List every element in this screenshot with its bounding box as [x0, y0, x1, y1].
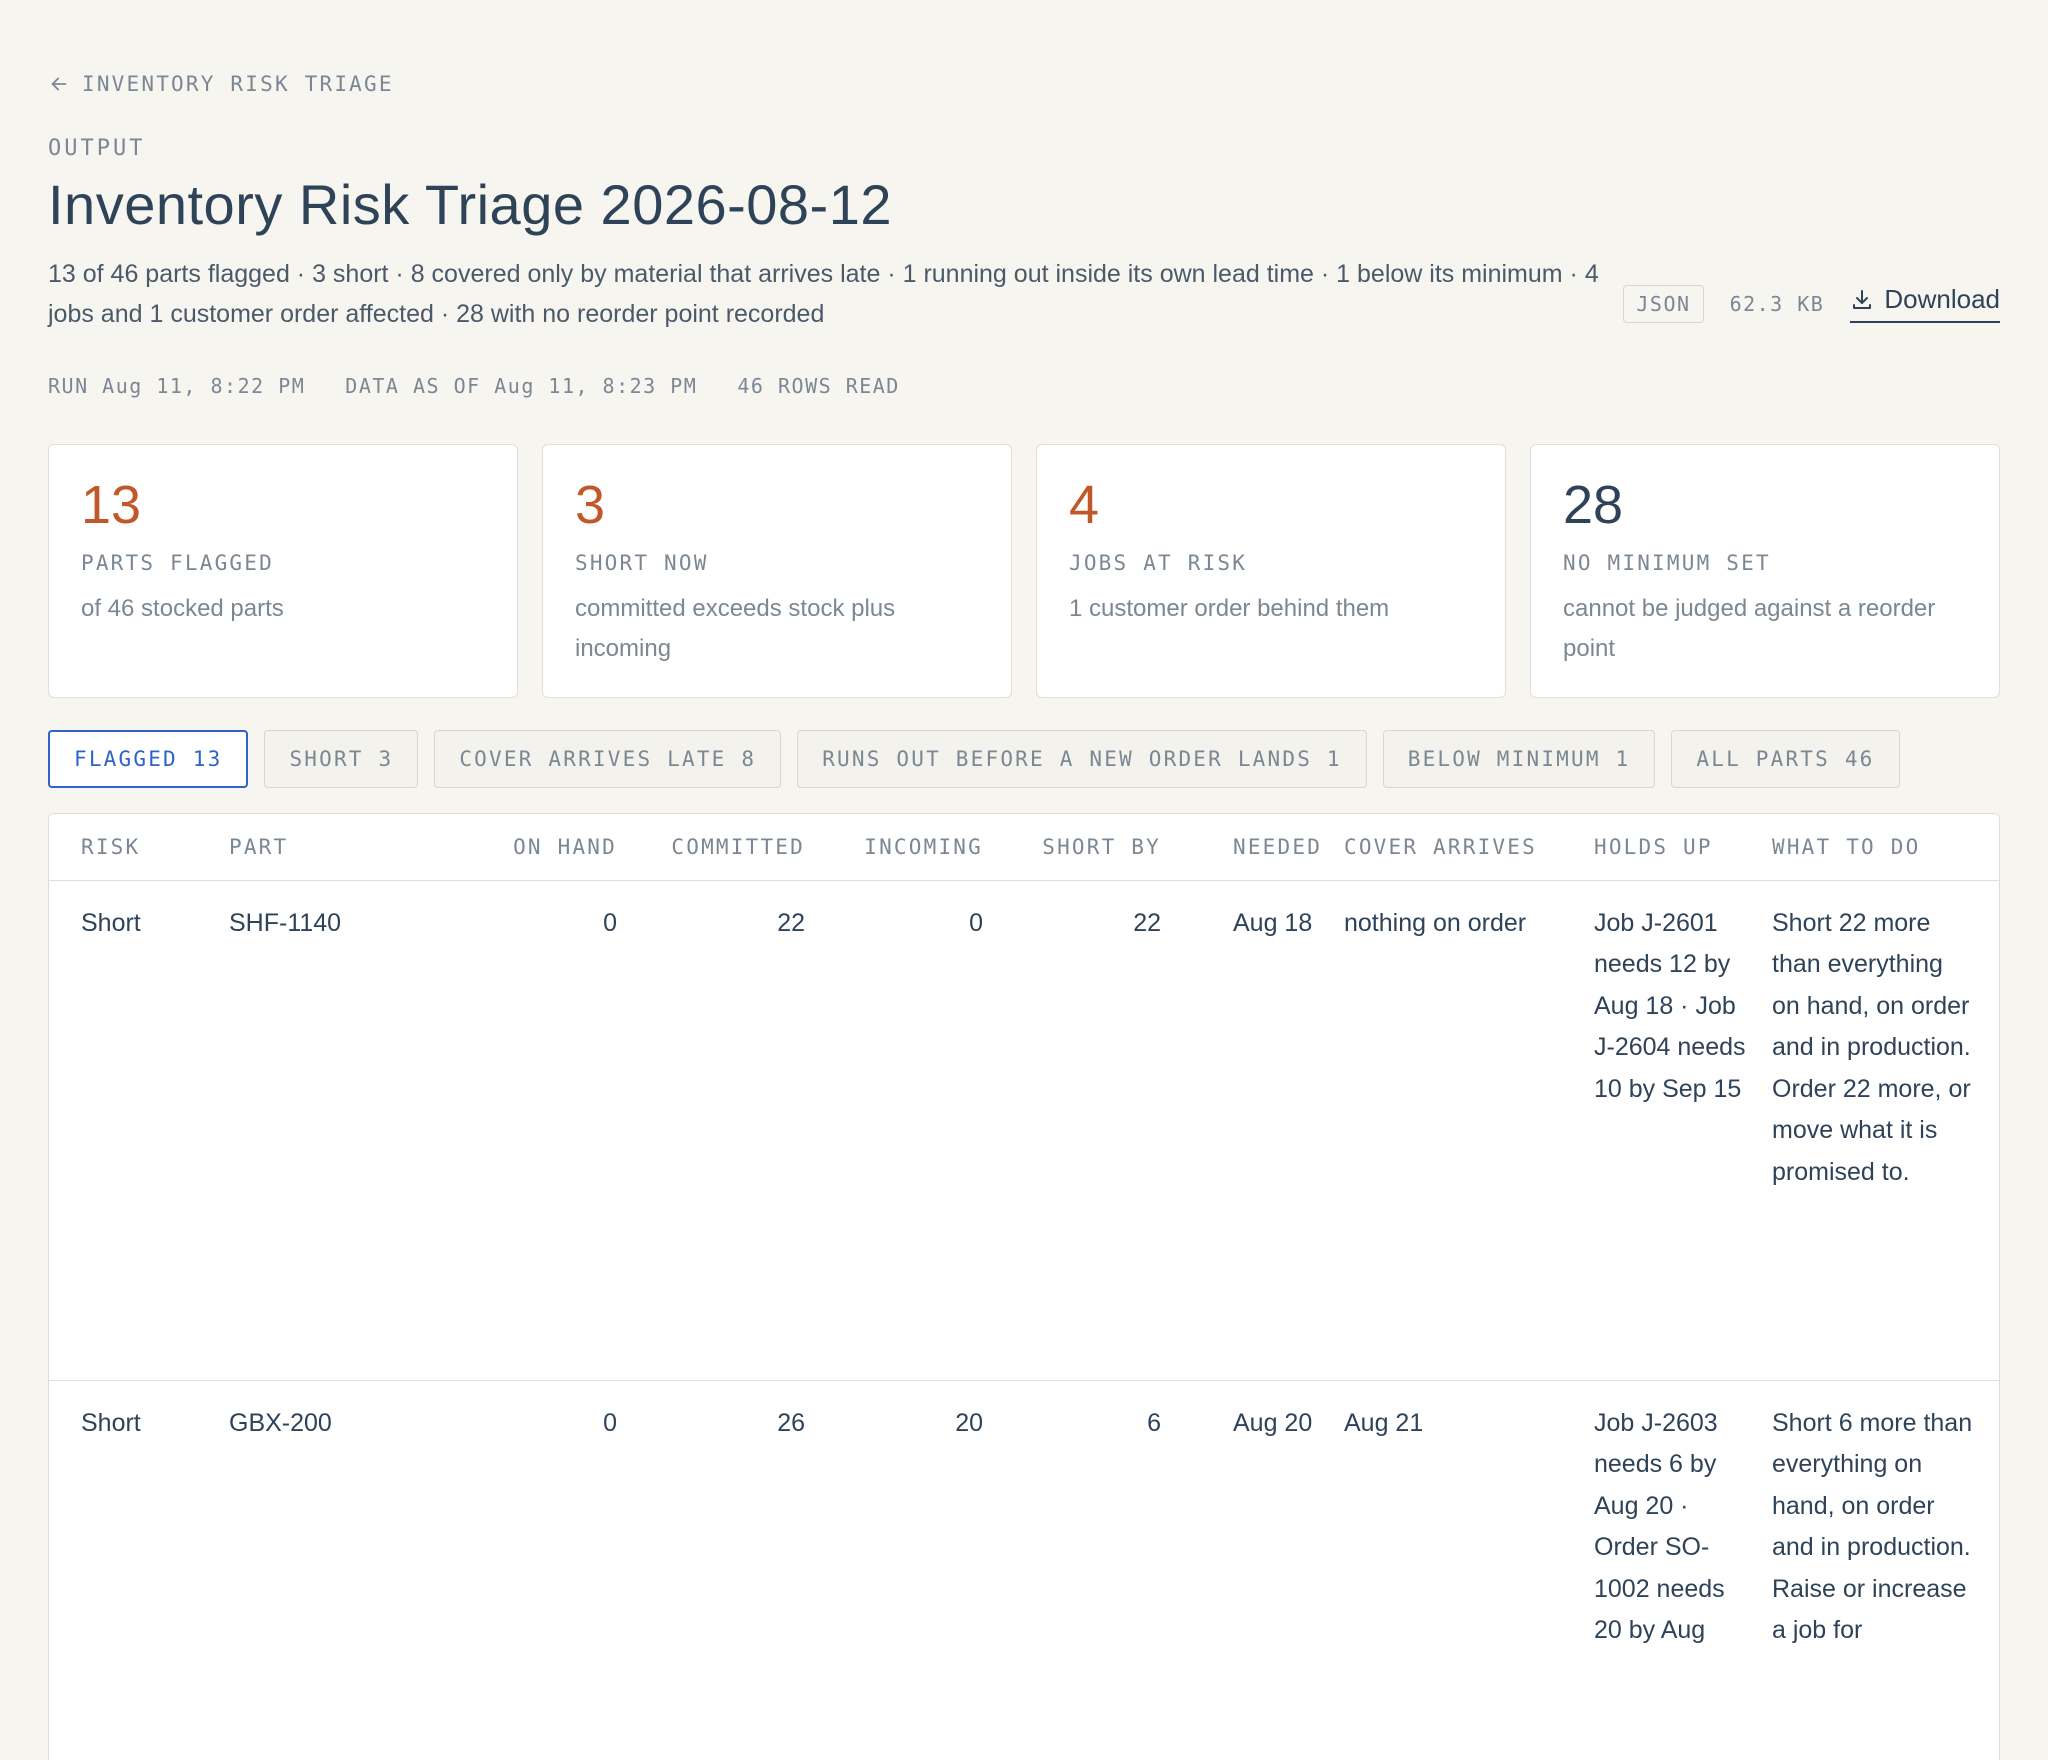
download-icon — [1853, 289, 1872, 309]
column-header-incoming[interactable]: INCOMING — [813, 814, 991, 881]
cell-what-to-do: Short 22 more than everything on hand, o… — [1772, 908, 1971, 1186]
filter-below-minimum[interactable]: BELOW MINIMUM 1 — [1382, 730, 1656, 788]
card-jobs-at-risk: 4 JOBS AT RISK 1 customer order behind t… — [1036, 444, 1506, 698]
page-title: Inventory Risk Triage 2026-08-12 — [48, 173, 892, 236]
run-time: RUN Aug 11, 8:22 PM — [48, 374, 306, 398]
cell-on-hand: 0 — [441, 1379, 625, 1676]
card-no-minimum-set: 28 NO MINIMUM SET cannot be judged again… — [1530, 444, 2000, 698]
back-link[interactable]: INVENTORY RISK TRIAGE — [48, 72, 394, 96]
cell-part: SHF-1140 — [229, 908, 342, 937]
section-eyebrow: OUTPUT — [48, 136, 146, 161]
filter-flagged[interactable]: FLAGGED 13 — [48, 730, 249, 788]
file-size: 62.3 KB — [1729, 291, 1825, 316]
card-label: NO MINIMUM SET — [1563, 551, 1771, 575]
card-short-now: 3 SHORT NOW committed exceeds stock plus… — [542, 444, 1012, 698]
filter-short[interactable]: SHORT 3 — [264, 730, 419, 788]
filter-cover-arrives-late[interactable]: COVER ARRIVES LATE 8 — [434, 730, 782, 788]
card-description: of 46 stocked parts — [81, 595, 284, 622]
cell-cover-arrives: nothing on order — [1344, 908, 1527, 937]
card-description: cannot be judged against a reorder point — [1563, 595, 1936, 662]
cell-what-to-do: Short 6 more than everything on hand, on… — [1764, 1379, 1999, 1676]
cell-needed: Aug 20 — [1169, 1379, 1336, 1676]
card-value: 4 — [1069, 475, 1100, 535]
card-label: SHORT NOW — [575, 551, 709, 575]
cell-risk: Short — [81, 908, 141, 937]
cell-incoming: 0 — [969, 908, 983, 937]
summary-cards: 13 PARTS FLAGGED of 46 stocked parts 3 S… — [48, 444, 2000, 698]
card-value: 28 — [1563, 475, 1624, 535]
table-row[interactable]: Short SHF-1140 0 22 0 22 Aug 18 nothing … — [49, 880, 1999, 1380]
column-header-short-by[interactable]: SHORT BY — [991, 814, 1169, 881]
arrow-left-icon — [51, 77, 67, 91]
run-meta: RUN Aug 11, 8:22 PM DATA AS OF Aug 11, 8… — [48, 374, 900, 398]
column-header-on-hand[interactable]: ON HAND — [441, 814, 625, 881]
column-header-holds-up[interactable]: HOLDS UP — [1586, 814, 1764, 881]
card-description: 1 customer order behind them — [1069, 595, 1390, 622]
cell-short-by: 6 — [991, 1379, 1169, 1676]
column-header-committed[interactable]: COMMITTED — [625, 814, 813, 881]
card-value: 13 — [81, 475, 142, 535]
risk-table: RISK PART ON HAND COMMITTED INCOMING SHO… — [48, 813, 2000, 1760]
rows-read: 46 ROWS READ — [737, 374, 900, 398]
format-badge: JSON — [1623, 284, 1704, 323]
filter-tabs: FLAGGED 13 SHORT 3 COVER ARRIVES LATE 8 … — [48, 730, 1900, 788]
table-row[interactable]: Short GBX-200 0 26 20 6 Aug 20 Aug 21 Jo… — [49, 1379, 1999, 1676]
column-header-part[interactable]: PART — [221, 814, 441, 881]
cell-cover-arrives: Aug 21 — [1336, 1379, 1586, 1676]
cell-part: GBX-200 — [221, 1379, 441, 1676]
card-description: committed exceeds stock plus incoming — [575, 595, 896, 662]
card-value: 3 — [575, 475, 606, 535]
back-link-label: INVENTORY RISK TRIAGE — [82, 72, 394, 96]
cell-holds-up: Job J-2601 needs 12 by Aug 18 · Job J-26… — [1594, 908, 1746, 1103]
cell-needed: Aug 18 — [1233, 908, 1313, 937]
cell-on-hand: 0 — [603, 908, 617, 937]
column-header-cover-arrives[interactable]: COVER ARRIVES — [1336, 814, 1586, 881]
card-parts-flagged: 13 PARTS FLAGGED of 46 stocked parts — [48, 444, 518, 698]
page-summary: 13 of 46 parts flagged · 3 short · 8 cov… — [48, 260, 1599, 328]
cell-committed: 26 — [625, 1379, 813, 1676]
column-header-needed[interactable]: NEEDED — [1169, 814, 1336, 881]
download-label: Download — [1884, 284, 2000, 314]
table-header-row: RISK PART ON HAND COMMITTED INCOMING SHO… — [49, 814, 1999, 881]
export-actions: JSON 62.3 KB Download — [1623, 284, 2000, 323]
card-label: PARTS FLAGGED — [81, 551, 274, 575]
filter-runs-out[interactable]: RUNS OUT BEFORE A NEW ORDER LANDS 1 — [797, 730, 1367, 788]
card-label: JOBS AT RISK — [1069, 551, 1248, 575]
cell-holds-up: Job J-2603 needs 6 by Aug 20 · Order SO-… — [1586, 1379, 1764, 1676]
cell-incoming: 20 — [813, 1379, 991, 1676]
filter-all-parts[interactable]: ALL PARTS 46 — [1671, 730, 1900, 788]
column-header-risk[interactable]: RISK — [49, 814, 221, 881]
column-header-what-to-do[interactable]: WHAT TO DO — [1764, 814, 1999, 881]
data-as-of: DATA AS OF Aug 11, 8:23 PM — [345, 374, 698, 398]
cell-short-by: 22 — [1133, 908, 1161, 937]
download-button[interactable]: Download — [1850, 284, 2000, 323]
cell-committed: 22 — [777, 908, 805, 937]
cell-risk: Short — [49, 1379, 221, 1676]
